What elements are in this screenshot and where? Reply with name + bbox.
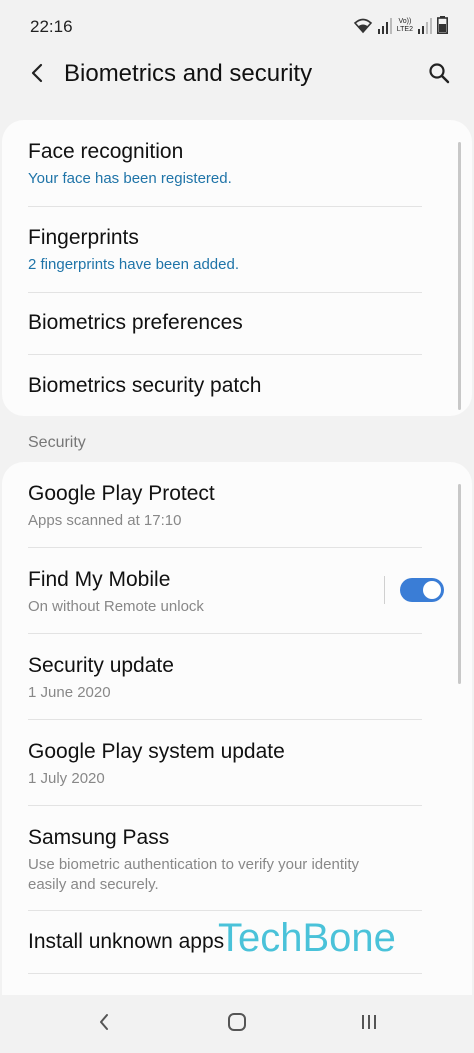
list-item-biometrics-preferences[interactable]: Biometrics preferences	[2, 293, 472, 353]
signal-icon-2	[418, 18, 432, 34]
list-item-security-update[interactable]: Security update 1 June 2020	[2, 634, 472, 719]
battery-icon	[437, 16, 448, 34]
row-subtitle: 1 June 2020	[28, 684, 111, 701]
row-subtitle: On without Remote unlock	[28, 598, 204, 615]
row-title: Fingerprints	[28, 226, 139, 249]
search-icon	[428, 62, 450, 89]
list-item-samsung-pass[interactable]: Samsung Pass Use biometric authenticatio…	[2, 806, 472, 910]
row-title: Google Play Protect	[28, 482, 215, 505]
row-title: Biometrics security patch	[28, 374, 262, 397]
app-bar: Biometrics and security	[0, 52, 474, 98]
biometrics-card: Face recognition Your face has been regi…	[2, 120, 472, 416]
security-card: Google Play Protect Apps scanned at 17:1…	[2, 462, 472, 1022]
nav-recents-icon	[360, 1013, 378, 1036]
list-item-biometrics-security-patch[interactable]: Biometrics security patch	[2, 355, 472, 416]
find-my-mobile-toggle[interactable]	[400, 578, 444, 602]
nav-back-icon	[98, 1013, 110, 1036]
scrollbar[interactable]	[458, 142, 461, 410]
scrollbar[interactable]	[458, 484, 461, 684]
back-button[interactable]	[22, 60, 52, 90]
status-icons: Vo)) LTE2	[353, 16, 448, 34]
list-item-google-play-protect[interactable]: Google Play Protect Apps scanned at 17:1…	[2, 462, 472, 547]
status-bar: 22:16 Vo)) LTE2	[0, 0, 474, 52]
toggle-separator	[384, 576, 385, 604]
signal-icon	[377, 18, 392, 34]
row-title: Install unknown apps	[28, 930, 225, 953]
nav-home-button[interactable]	[217, 1009, 257, 1039]
volte-lte-label: Vo)) LTE2	[396, 18, 413, 33]
row-title: Samsung Pass	[28, 826, 170, 849]
status-time: 22:16	[30, 17, 73, 36]
row-subtitle: 2 fingerprints have been added.	[28, 256, 239, 273]
row-subtitle-line-1: Use biometric authentication to verify y…	[28, 856, 359, 873]
row-subtitle: Apps scanned at 17:10	[28, 512, 182, 529]
row-title: Security update	[28, 654, 174, 677]
row-subtitle: 1 July 2020	[28, 770, 105, 787]
row-subtitle-line-2: easily and securely.	[28, 876, 159, 893]
row-title: Face recognition	[28, 140, 184, 163]
list-item-face-recognition[interactable]: Face recognition Your face has been regi…	[2, 120, 472, 206]
list-item-fingerprints[interactable]: Fingerprints 2 fingerprints have been ad…	[2, 207, 472, 292]
list-item-google-play-system-update[interactable]: Google Play system update 1 July 2020	[2, 720, 472, 805]
row-subtitle: Your face has been registered.	[28, 170, 232, 187]
wifi-icon	[353, 18, 373, 34]
back-arrow-icon	[30, 63, 44, 88]
list-item-install-unknown-apps[interactable]: Install unknown apps	[2, 911, 472, 973]
row-title: Google Play system update	[28, 740, 285, 763]
section-header-security: Security	[28, 434, 86, 451]
navigation-bar	[0, 995, 474, 1053]
nav-back-button[interactable]	[84, 1009, 124, 1039]
row-title: Biometrics preferences	[28, 311, 243, 334]
row-title: Find My Mobile	[28, 568, 171, 591]
nav-recents-button[interactable]	[349, 1009, 389, 1039]
toggle-knob	[423, 581, 441, 599]
divider	[28, 973, 422, 974]
search-button[interactable]	[424, 60, 454, 90]
nav-home-icon	[227, 1012, 247, 1037]
page-title: Biometrics and security	[64, 60, 313, 87]
